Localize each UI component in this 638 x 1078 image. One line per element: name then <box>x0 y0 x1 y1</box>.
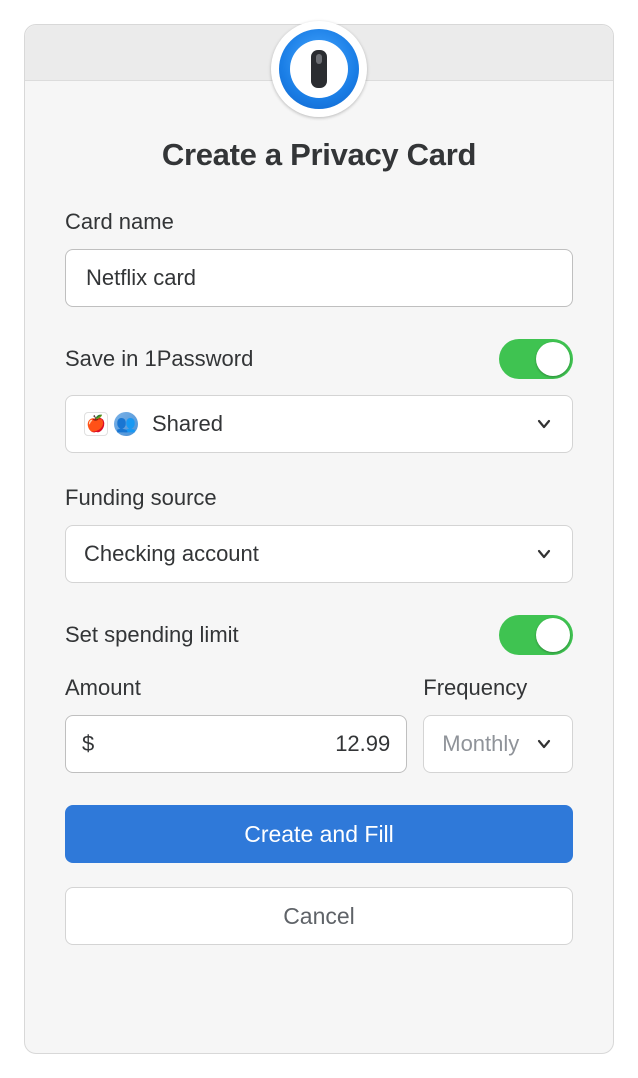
frequency-select[interactable]: Monthly <box>423 715 573 773</box>
card-name-label: Card name <box>65 209 573 235</box>
vault-select-value: Shared <box>152 411 534 437</box>
spending-limit-toggle[interactable] <box>499 615 573 655</box>
funding-source-select[interactable]: Checking account <box>65 525 573 583</box>
chevron-down-icon <box>534 414 554 434</box>
cancel-button[interactable]: Cancel <box>65 887 573 945</box>
currency-symbol: $ <box>82 731 94 757</box>
frequency-field: Frequency Monthly <box>423 675 573 773</box>
save-in-1password-row: Save in 1Password <box>65 339 573 379</box>
limit-details: Amount $ Frequency Monthly <box>65 675 573 773</box>
vault-account-icon: 🍎 <box>84 412 108 436</box>
vault-field: 🍎 👥 Shared <box>65 395 573 453</box>
spending-limit-label: Set spending limit <box>65 622 239 648</box>
save-in-1password-toggle[interactable] <box>499 339 573 379</box>
chevron-down-icon <box>534 734 554 754</box>
amount-label: Amount <box>65 675 407 701</box>
funding-source-value: Checking account <box>84 541 534 567</box>
chevron-down-icon <box>534 544 554 564</box>
spending-limit-row: Set spending limit <box>65 615 573 655</box>
app-logo <box>271 21 367 117</box>
1password-logo-icon <box>279 29 359 109</box>
page-title: Create a Privacy Card <box>65 137 573 173</box>
funding-source-field: Funding source Checking account <box>65 485 573 583</box>
amount-input[interactable] <box>102 731 390 757</box>
frequency-value: Monthly <box>442 731 534 757</box>
amount-input-wrap[interactable]: $ <box>65 715 407 773</box>
vault-shared-icon: 👥 <box>114 412 138 436</box>
vault-select[interactable]: 🍎 👥 Shared <box>65 395 573 453</box>
card-name-field: Card name <box>65 209 573 307</box>
card-name-input[interactable] <box>65 249 573 307</box>
funding-source-label: Funding source <box>65 485 573 511</box>
frequency-label: Frequency <box>423 675 573 701</box>
save-in-1password-label: Save in 1Password <box>65 346 253 372</box>
amount-field: Amount $ <box>65 675 407 773</box>
create-and-fill-button[interactable]: Create and Fill <box>65 805 573 863</box>
privacy-card-panel: Create a Privacy Card Card name Save in … <box>24 24 614 1054</box>
